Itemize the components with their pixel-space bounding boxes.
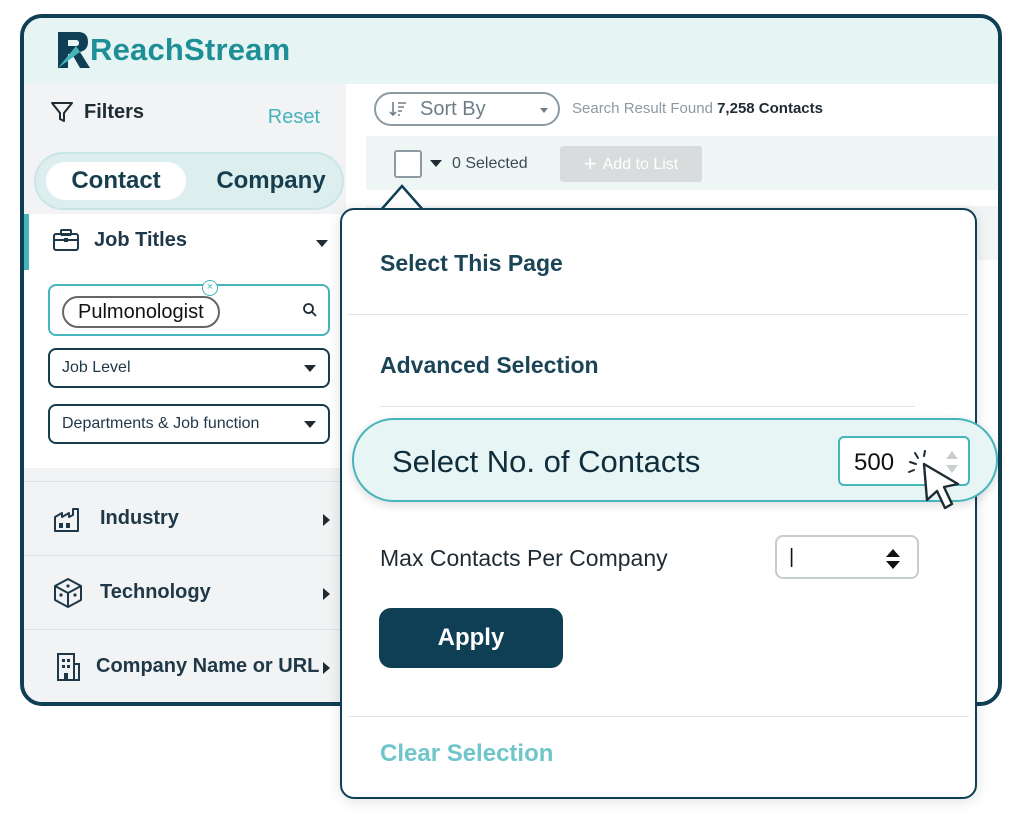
sidebar-item-label: Company Name or URL	[96, 655, 320, 677]
max-per-company-label: Max Contacts Per Company	[380, 545, 668, 571]
sort-by-label: Sort By	[420, 97, 486, 120]
job-titles-label: Job Titles	[94, 228, 187, 251]
reachstream-logo-icon	[58, 32, 90, 68]
briefcase-icon	[53, 229, 79, 251]
chevron-right-icon	[323, 662, 330, 674]
sort-icon	[389, 102, 406, 117]
job-titles-section: Job Titles Pulmonologist × Job Level Dep…	[24, 214, 346, 468]
divider	[348, 314, 969, 315]
active-accent-bar	[24, 214, 29, 270]
result-summary: Search Result Found 7,258 Contacts	[572, 100, 823, 117]
sidebar-item-industry[interactable]: Industry	[24, 481, 346, 555]
mouse-cursor-icon	[908, 450, 960, 510]
tab-contact[interactable]: Contact	[46, 162, 186, 200]
chevron-right-icon	[323, 588, 330, 600]
chevron-down-icon[interactable]	[316, 240, 328, 247]
job-level-label: Job Level	[62, 359, 131, 376]
filters-sidebar: Filters Reset Contact Company Job Titles	[24, 84, 346, 702]
advanced-selection-heading: Advanced Selection	[380, 352, 599, 378]
chevron-down-icon	[540, 108, 548, 113]
selection-toolbar: 0 Selected + Add to List	[366, 136, 998, 190]
departments-label: Departments & Job function	[62, 415, 260, 432]
brand-name: ReachStream	[90, 32, 291, 67]
filters-title: Filters	[84, 100, 145, 123]
filters-header: Filters	[50, 100, 144, 124]
cube-icon	[54, 577, 82, 608]
select-this-page-option[interactable]: Select This Page	[380, 250, 563, 277]
select-count-label: Select No. of Contacts	[392, 444, 701, 479]
divider	[348, 716, 969, 717]
selection-popover: Select This Page Advanced Selection	[340, 208, 977, 799]
job-level-dropdown[interactable]: Job Level	[48, 348, 330, 388]
select-all-checkbox[interactable]	[394, 150, 422, 178]
factory-icon	[54, 507, 79, 532]
result-count: 7,258 Contacts	[717, 100, 823, 117]
tab-company[interactable]: Company	[206, 162, 336, 200]
job-title-search-input[interactable]: Pulmonologist ×	[48, 280, 330, 336]
selected-count: 0 Selected	[452, 155, 528, 172]
chevron-down-icon	[304, 365, 316, 372]
chip-remove-icon[interactable]: ×	[202, 280, 218, 296]
filter-icon	[51, 102, 73, 122]
top-bar: ReachStream	[24, 18, 998, 84]
stepper-icon[interactable]	[885, 548, 901, 570]
apply-button[interactable]: Apply	[379, 608, 563, 668]
brand-logo[interactable]: ReachStream	[54, 28, 290, 72]
max-per-company-input[interactable]: |	[775, 535, 919, 579]
select-count-value: 500	[854, 449, 895, 476]
sidebar-item-technology[interactable]: Technology	[24, 555, 346, 629]
plus-icon: +	[583, 151, 597, 176]
chip-label: Pulmonologist	[78, 301, 204, 323]
sidebar-item-label: Technology	[100, 581, 211, 603]
building-icon	[57, 652, 80, 681]
result-prefix: Search Result Found	[572, 100, 713, 117]
chevron-down-icon	[304, 421, 316, 428]
search-icon[interactable]	[302, 302, 318, 318]
chevron-right-icon	[323, 514, 330, 526]
clear-selection-link[interactable]: Clear Selection	[380, 740, 553, 768]
reset-link[interactable]: Reset	[268, 106, 320, 129]
divider	[380, 406, 915, 407]
selection-menu-caret-icon[interactable]	[430, 160, 442, 167]
sidebar-item-company-name[interactable]: Company Name or URL	[24, 629, 346, 702]
departments-dropdown[interactable]: Departments & Job function	[48, 404, 330, 444]
max-per-company-value: |	[789, 546, 795, 568]
sidebar-item-label: Industry	[100, 507, 179, 529]
job-title-chip[interactable]: Pulmonologist	[62, 296, 220, 328]
job-titles-header[interactable]: Job Titles	[52, 228, 187, 252]
contact-company-toggle: Contact Company	[36, 154, 342, 208]
select-count-row: Select No. of Contacts 500	[352, 418, 998, 502]
sort-by-dropdown[interactable]: Sort By	[374, 92, 560, 126]
add-to-list-button[interactable]: + Add to List	[560, 146, 702, 182]
add-to-list-label: Add to List	[602, 156, 679, 173]
